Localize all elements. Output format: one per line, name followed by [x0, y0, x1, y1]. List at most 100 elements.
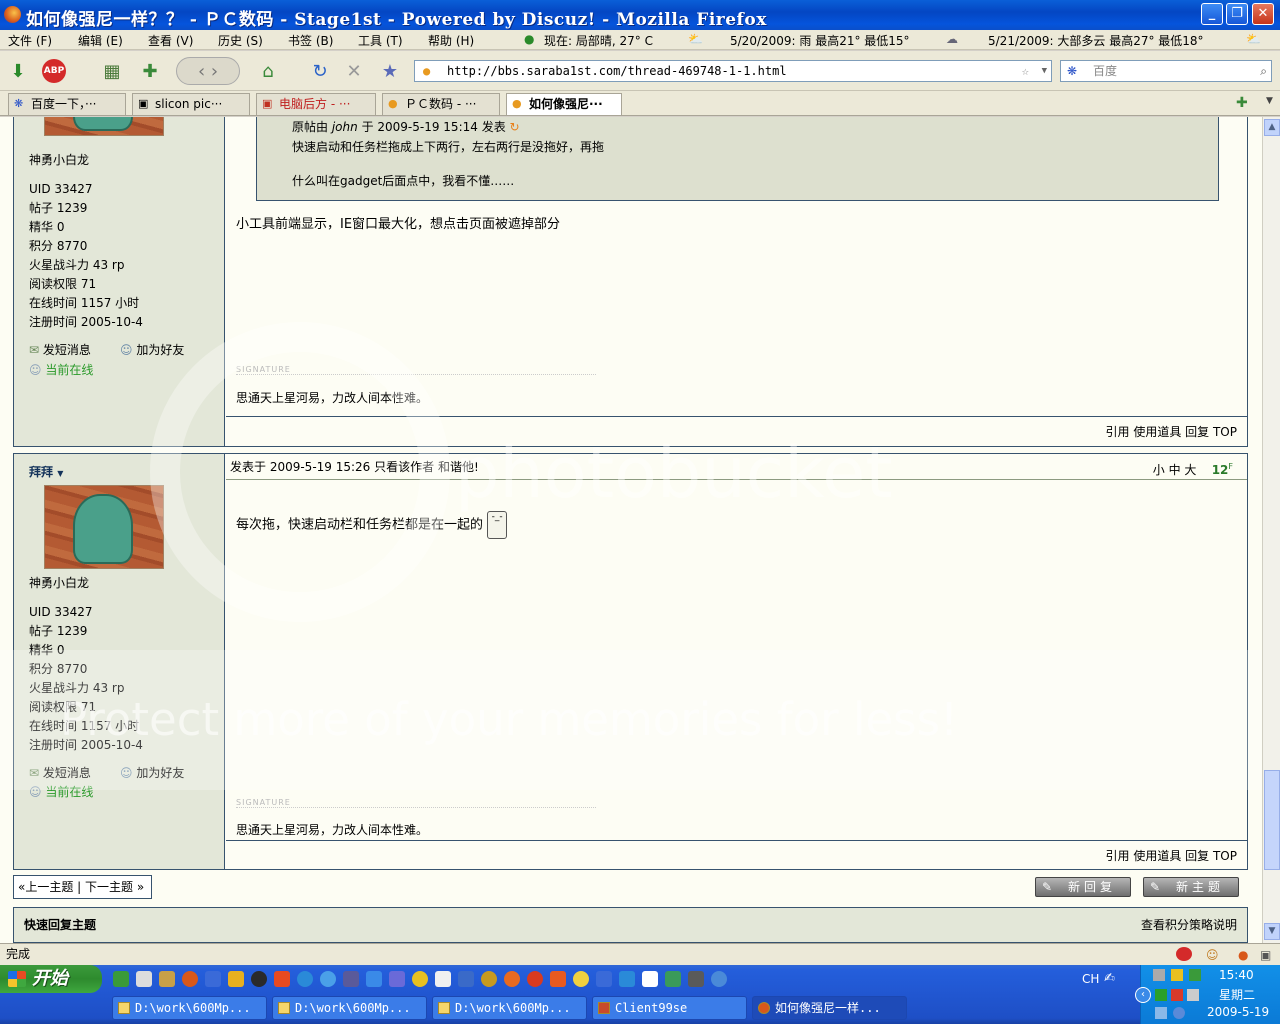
menu-tools[interactable]: 工具 (T) — [358, 32, 403, 49]
network-icon[interactable] — [1155, 1007, 1167, 1019]
task-client99se[interactable]: Client99se — [592, 996, 747, 1020]
s-addon-icon[interactable]: ▣ — [1260, 945, 1271, 965]
quicklaunch-icon-21[interactable] — [573, 971, 589, 987]
url-input[interactable]: ● http://bbs.saraba1st.com/thread-469748… — [414, 60, 1052, 82]
baidu-paw-icon[interactable]: ❋ — [1067, 61, 1077, 81]
quicklaunch-icon-23[interactable] — [619, 971, 635, 987]
credit-policy-link[interactable]: 查看积分策略说明 — [1141, 908, 1237, 942]
tab-baidu[interactable]: ❋ 百度一下，··· — [8, 93, 126, 115]
task-explorer-2[interactable]: D:\work\600Mp... — [272, 996, 427, 1020]
input-language[interactable]: CH — [1082, 972, 1099, 986]
poster-name-link[interactable]: 拜拜 ▼ — [29, 463, 63, 483]
new-tab-icon[interactable]: ✚ — [1236, 95, 1248, 111]
search-input[interactable]: ❋ 百度 ⌕ — [1060, 60, 1272, 82]
bookmark-page-icon[interactable]: ☆ — [1022, 61, 1029, 81]
new-reply-button[interactable]: ✎ 新回复 — [1035, 877, 1131, 897]
tab-silicon-pic[interactable]: ▣ slicon pic··· — [132, 93, 250, 115]
menu-view[interactable]: 查看 (V) — [148, 32, 193, 49]
tab-computer-rear[interactable]: ▣ 电脑后方 - ··· — [256, 93, 376, 115]
quote-jump-icon[interactable]: ↻ — [510, 120, 520, 134]
tray-icon-1[interactable] — [1153, 969, 1165, 981]
tray-icon-2[interactable] — [1171, 969, 1183, 981]
qq-icon[interactable] — [251, 971, 267, 987]
tab-list-chevron-icon[interactable]: ▼ — [1266, 96, 1273, 106]
firefox-addon-icon[interactable]: ● — [1238, 945, 1248, 965]
bookmark-star-icon[interactable]: ★ — [376, 57, 404, 85]
adblock-status-icon[interactable] — [1176, 947, 1192, 961]
quicklaunch-icon-5[interactable] — [205, 971, 221, 987]
reload-icon[interactable]: ↻ — [306, 57, 334, 85]
ie-icon[interactable] — [366, 971, 382, 987]
weather-day1[interactable]: 5/20/2009: 雨 最高21° 最低15° — [730, 32, 910, 49]
search-icon[interactable]: ⌕ — [1260, 61, 1267, 81]
tab-current-thread[interactable]: ● 如何像强尼··· — [506, 93, 622, 115]
menu-help[interactable]: 帮助 (H) — [428, 32, 474, 49]
window-titlebar[interactable]: 如何像强尼一样？？ - ＰＣ数码 - Stage1st - Powered by… — [0, 0, 1280, 30]
screenshot-icon[interactable]: ▦ — [98, 57, 126, 85]
weather-now[interactable]: 现在: 局部晴, 27° C — [544, 32, 653, 49]
maximize-button[interactable]: ❐ — [1226, 3, 1248, 25]
quicklaunch-icon-13[interactable] — [389, 971, 405, 987]
home-icon[interactable]: ⌂ — [254, 57, 282, 85]
start-button[interactable]: 开始 — [0, 965, 102, 993]
tray-icon-8[interactable] — [1173, 1007, 1185, 1019]
quicklaunch-icon-6[interactable] — [228, 971, 244, 987]
post-2-actions[interactable]: 引用 使用道具 回复 TOP — [226, 840, 1247, 870]
weather-day2[interactable]: 5/21/2009: 大部多云 最高27° 最低18° — [988, 32, 1204, 49]
quicklaunch-icon-22[interactable] — [596, 971, 612, 987]
quote-author-link[interactable]: john — [332, 120, 358, 134]
chevron-down-icon[interactable]: ▼ — [1042, 61, 1047, 81]
font-size-switch[interactable]: 小 中 大 — [1153, 463, 1197, 477]
tray-expand-icon[interactable]: ‹ — [1135, 987, 1151, 1003]
post-1-actions[interactable]: 引用 使用道具 回复 TOP — [226, 416, 1247, 446]
volume-icon[interactable] — [1187, 989, 1199, 1001]
quicklaunch-icon-11[interactable] — [343, 971, 359, 987]
scroll-up-icon[interactable]: ▲ — [1264, 119, 1280, 136]
send-message-link[interactable]: ✉ 发短消息 — [29, 341, 91, 358]
tray-icon-3[interactable] — [1189, 969, 1201, 981]
menu-file[interactable]: 文件 (F) — [8, 32, 52, 49]
ime-icon[interactable]: ✍ — [1104, 971, 1115, 986]
quicklaunch-icon-9[interactable] — [297, 971, 313, 987]
scroll-thumb[interactable] — [1264, 770, 1280, 870]
quicklaunch-icon-17[interactable] — [481, 971, 497, 987]
adblock-icon[interactable]: ABP — [40, 57, 68, 85]
scroll-down-icon[interactable]: ▼ — [1264, 923, 1280, 940]
tab-pc-digital[interactable]: ● ＰＣ数码 - ··· — [382, 93, 500, 115]
quicklaunch-icon-18[interactable] — [504, 971, 520, 987]
vertical-scrollbar[interactable]: ▲ ▼ — [1262, 117, 1280, 943]
task-explorer-1[interactable]: D:\work\600Mp... — [112, 996, 267, 1020]
menu-history[interactable]: 历史 (S) — [218, 32, 263, 49]
quicklaunch-icon-25[interactable] — [665, 971, 681, 987]
add-friend-link[interactable]: ☺ 加为好友 — [120, 341, 184, 358]
quicklaunch-icon-20[interactable] — [550, 971, 566, 987]
post-meta[interactable]: 发表于 2009-5-19 15:26 只看该作者 和谐他! — [230, 460, 479, 474]
quicklaunch-icon-24[interactable] — [642, 971, 658, 987]
task-firefox[interactable]: 如何像强尼一样... — [752, 996, 907, 1020]
quicklaunch-icon-10[interactable] — [320, 971, 336, 987]
quicklaunch-icon-15[interactable] — [435, 971, 451, 987]
quicklaunch-icon-16[interactable] — [458, 971, 474, 987]
addon-icon[interactable]: ☺ — [1206, 945, 1219, 965]
stop-icon[interactable]: ✕ — [340, 57, 368, 85]
new-tab-plus-icon[interactable]: ✚ — [136, 57, 164, 85]
tray-icon-5[interactable] — [1171, 989, 1183, 1001]
quicklaunch-icon-19[interactable] — [527, 971, 543, 987]
quicklaunch-icon-1[interactable] — [113, 971, 129, 987]
quicklaunch-icon-14[interactable] — [412, 971, 428, 987]
task-explorer-3[interactable]: D:\work\600Mp... — [432, 996, 587, 1020]
prev-next-topic[interactable]: «上一主题 | 下一主题 » — [13, 875, 152, 899]
back-forward-icon[interactable]: ‹ › — [176, 57, 240, 85]
send-message-link[interactable]: ✉ 发短消息 — [29, 764, 91, 781]
quicklaunch-icon-8[interactable] — [274, 971, 290, 987]
download-icon[interactable]: ⬇ — [4, 57, 32, 85]
add-friend-link[interactable]: ☺ 加为好友 — [120, 764, 184, 781]
firefox-quicklaunch-icon[interactable] — [182, 971, 198, 987]
clock-time[interactable]: 15:40 — [1219, 968, 1254, 982]
tray-icon-4[interactable] — [1155, 989, 1167, 1001]
new-topic-button[interactable]: ✎ 新主题 — [1143, 877, 1239, 897]
quicklaunch-icon-2[interactable] — [136, 971, 152, 987]
menu-bookmarks[interactable]: 书签 (B) — [288, 32, 333, 49]
close-button[interactable]: ✕ — [1252, 3, 1274, 25]
minimize-button[interactable]: _ — [1201, 3, 1223, 25]
